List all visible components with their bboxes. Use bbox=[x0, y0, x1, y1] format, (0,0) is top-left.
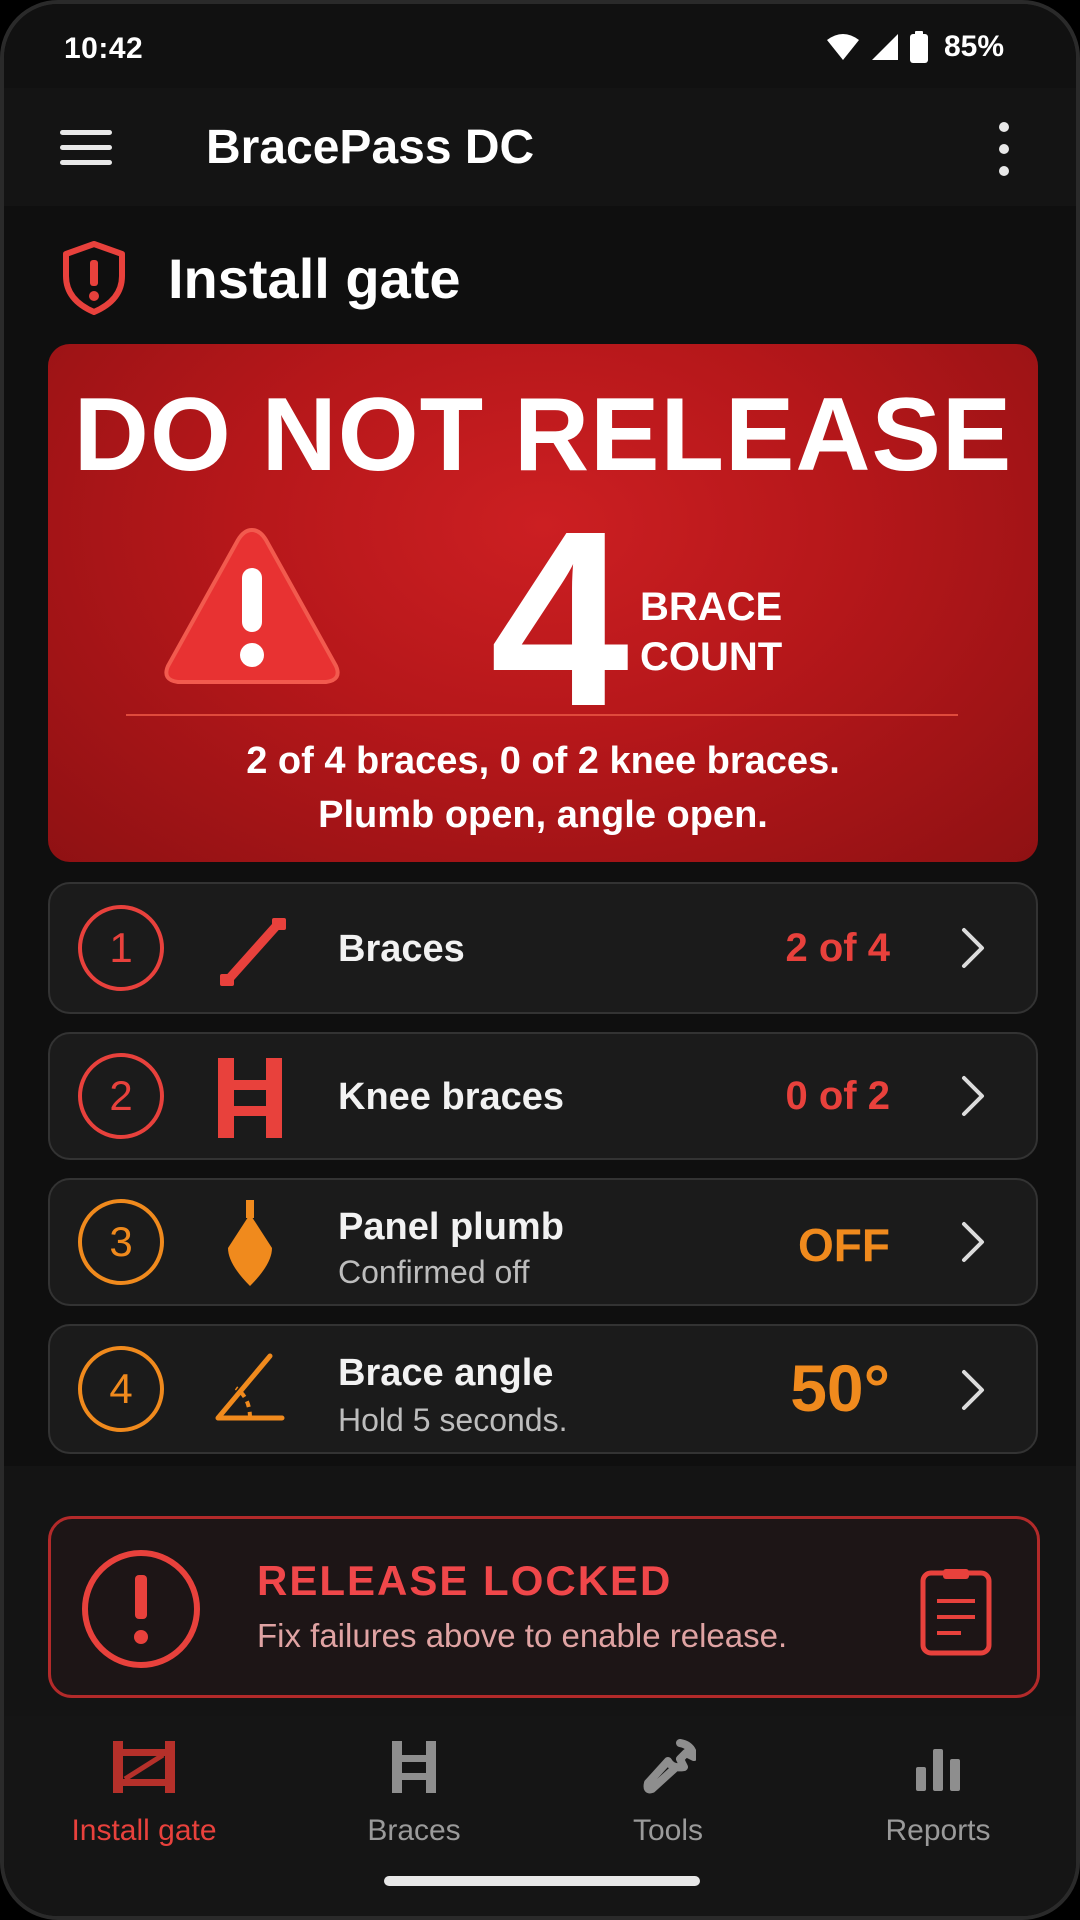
check-title: Panel plumb bbox=[338, 1206, 564, 1248]
page-heading: Install gate bbox=[60, 240, 461, 316]
braces-icon bbox=[392, 1741, 436, 1793]
check-title: Braces bbox=[338, 928, 465, 970]
knee-brace-icon bbox=[218, 1058, 282, 1138]
alert-circle-icon bbox=[82, 1550, 200, 1668]
nav-label: Braces bbox=[367, 1814, 461, 1847]
nav-label: Tools bbox=[632, 1814, 704, 1847]
install-gate-icon bbox=[113, 1741, 175, 1793]
brace-icon bbox=[220, 918, 286, 986]
signal-icon bbox=[871, 34, 898, 60]
warning-triangle-icon bbox=[164, 527, 340, 684]
brace-count-label: BRACE COUNT bbox=[640, 582, 782, 682]
alert-summary: 2 of 4 braces, 0 of 2 knee braces. Plumb… bbox=[48, 734, 1038, 842]
bottom-nav: Install gate Braces Tools Reports bbox=[4, 1716, 1076, 1916]
plumb-bob-icon bbox=[228, 1200, 272, 1286]
wifi-icon bbox=[826, 34, 859, 60]
step-number: 4 bbox=[78, 1346, 164, 1432]
status-icons: 85% bbox=[826, 30, 1004, 64]
nav-tools[interactable]: Tools bbox=[558, 1736, 778, 1848]
check-row-panel-plumb[interactable]: 3 Panel plumb Confirmed off OFF bbox=[48, 1178, 1038, 1306]
battery-percent: 85% bbox=[943, 30, 1004, 63]
chevron-right-icon bbox=[962, 1076, 984, 1116]
phone-screen: 10:42 85% BracePass DC Install gate DO N… bbox=[0, 0, 1080, 1920]
release-alert-card: DO NOT RELEASE 4 BRACE COUNT 2 of 4 brac… bbox=[48, 344, 1038, 862]
check-value: 50° bbox=[790, 1351, 890, 1425]
battery-icon bbox=[909, 31, 928, 63]
step-number: 2 bbox=[78, 1053, 164, 1139]
report-document-icon[interactable] bbox=[919, 1569, 993, 1657]
alert-headline: DO NOT RELEASE bbox=[73, 377, 1013, 493]
check-value: 2 of 4 bbox=[785, 926, 890, 970]
wrench-icon bbox=[643, 1739, 696, 1794]
brace-count-number: 4 bbox=[490, 479, 630, 758]
check-title: Brace angle bbox=[338, 1352, 554, 1394]
alert-summary-line1: 2 of 4 braces, 0 of 2 knee braces. bbox=[246, 740, 840, 782]
check-value: OFF bbox=[798, 1219, 890, 1271]
lock-subtitle: Fix failures above to enable release. bbox=[257, 1617, 788, 1654]
lock-title: RELEASE LOCKED bbox=[257, 1557, 673, 1604]
nav-install-gate[interactable]: Install gate bbox=[34, 1736, 254, 1848]
check-subtitle: Hold 5 seconds. bbox=[338, 1402, 568, 1438]
alert-summary-line2: Plumb open, angle open. bbox=[318, 794, 768, 836]
release-locked-banner: RELEASE LOCKED Fix failures above to ena… bbox=[48, 1516, 1040, 1698]
chevron-right-icon bbox=[962, 928, 984, 968]
nav-label: Install gate bbox=[71, 1814, 217, 1847]
nav-reports[interactable]: Reports bbox=[828, 1736, 1048, 1848]
home-indicator[interactable] bbox=[384, 1876, 700, 1886]
check-row-braces[interactable]: 1 Braces 2 of 4 bbox=[48, 882, 1038, 1014]
check-subtitle: Confirmed off bbox=[338, 1254, 530, 1290]
shield-alert-icon bbox=[63, 241, 125, 315]
menu-icon[interactable] bbox=[60, 114, 126, 180]
check-row-brace-angle[interactable]: 4 Brace angle Hold 5 seconds. 50° bbox=[48, 1324, 1038, 1454]
brace-count-label-line2: COUNT bbox=[640, 635, 783, 679]
page-title: Install gate bbox=[168, 246, 461, 310]
chevron-right-icon bbox=[962, 1370, 984, 1410]
app-title: BracePass DC bbox=[206, 121, 535, 174]
alert-divider bbox=[126, 714, 958, 716]
app-bar: BracePass DC bbox=[4, 88, 1076, 206]
check-value: 0 of 2 bbox=[785, 1074, 890, 1118]
brace-count-label-line1: BRACE bbox=[640, 585, 783, 629]
step-number: 3 bbox=[78, 1199, 164, 1285]
chevron-right-icon bbox=[962, 1222, 984, 1262]
nav-label: Reports bbox=[885, 1814, 991, 1847]
status-time: 10:42 bbox=[64, 32, 144, 65]
check-row-knee-braces[interactable]: 2 Knee braces 0 of 2 bbox=[48, 1032, 1038, 1160]
status-bar: 10:42 85% bbox=[4, 4, 1076, 88]
check-title: Knee braces bbox=[338, 1076, 565, 1118]
bar-chart-icon bbox=[916, 1749, 960, 1791]
step-number: 1 bbox=[78, 905, 164, 991]
nav-braces[interactable]: Braces bbox=[304, 1736, 524, 1848]
angle-icon bbox=[215, 1353, 285, 1421]
more-options-icon[interactable] bbox=[992, 122, 1016, 176]
